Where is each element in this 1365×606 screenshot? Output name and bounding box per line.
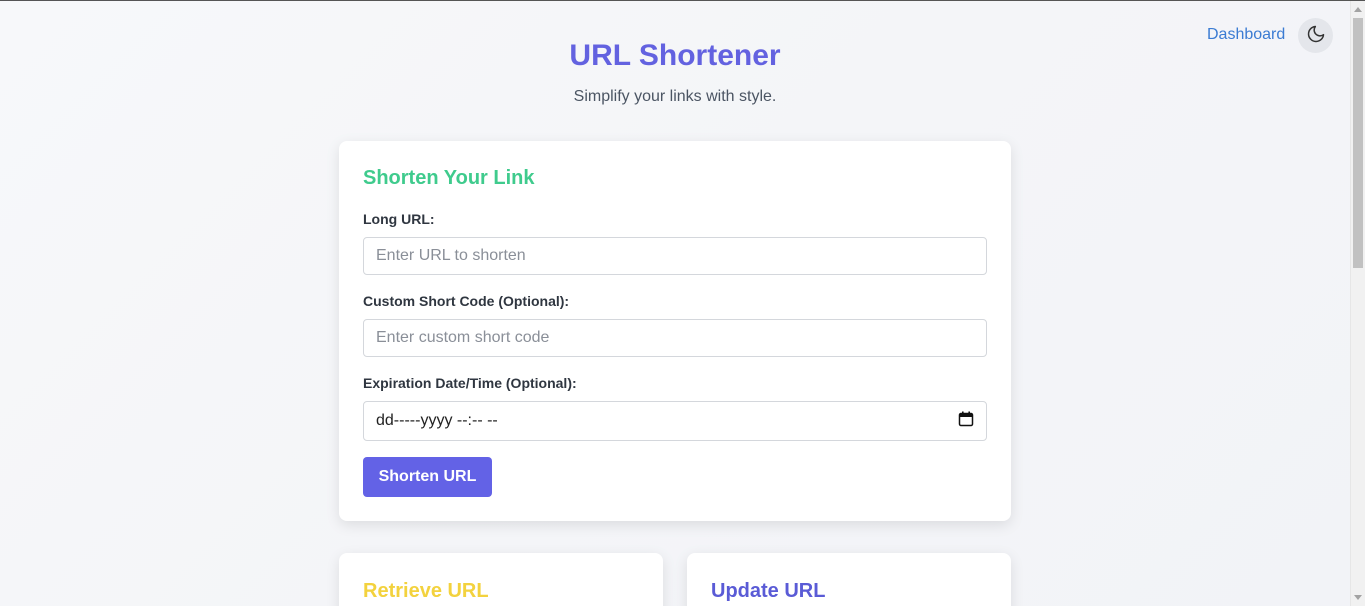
long-url-input[interactable] [363,237,987,275]
custom-code-input[interactable] [363,319,987,357]
expiration-datetime-input[interactable]: dd-----yyyy --:-- -- [363,401,987,441]
long-url-label: Long URL: [363,211,435,227]
shorten-url-button[interactable]: Shorten URL [363,457,492,497]
custom-code-label: Custom Short Code (Optional): [363,293,570,309]
shorten-card-title: Shorten Your Link [363,167,535,189]
window-top-border [0,0,1365,1]
retrieve-card: Retrieve URL [339,553,663,606]
page-subtitle: Simplify your links with style. [573,88,777,105]
expiration-value: dd-----yyyy --:-- -- [376,412,498,429]
scrollbar-thumb[interactable] [1353,18,1363,268]
retrieve-card-title: Retrieve URL [363,580,489,602]
update-card-title: Update URL [711,580,826,602]
expiration-label: Expiration Date/Time (Optional): [363,375,577,391]
shorten-card: Shorten Your Link Long URL: Custom Short… [339,141,1011,521]
update-card: Update URL [687,553,1011,606]
vertical-scrollbar[interactable] [1350,1,1365,606]
scroll-up-arrow-icon[interactable] [1354,7,1362,12]
scroll-down-arrow-icon[interactable] [1354,595,1362,600]
page-title: URL Shortener [569,39,781,72]
calendar-icon[interactable] [958,411,974,432]
